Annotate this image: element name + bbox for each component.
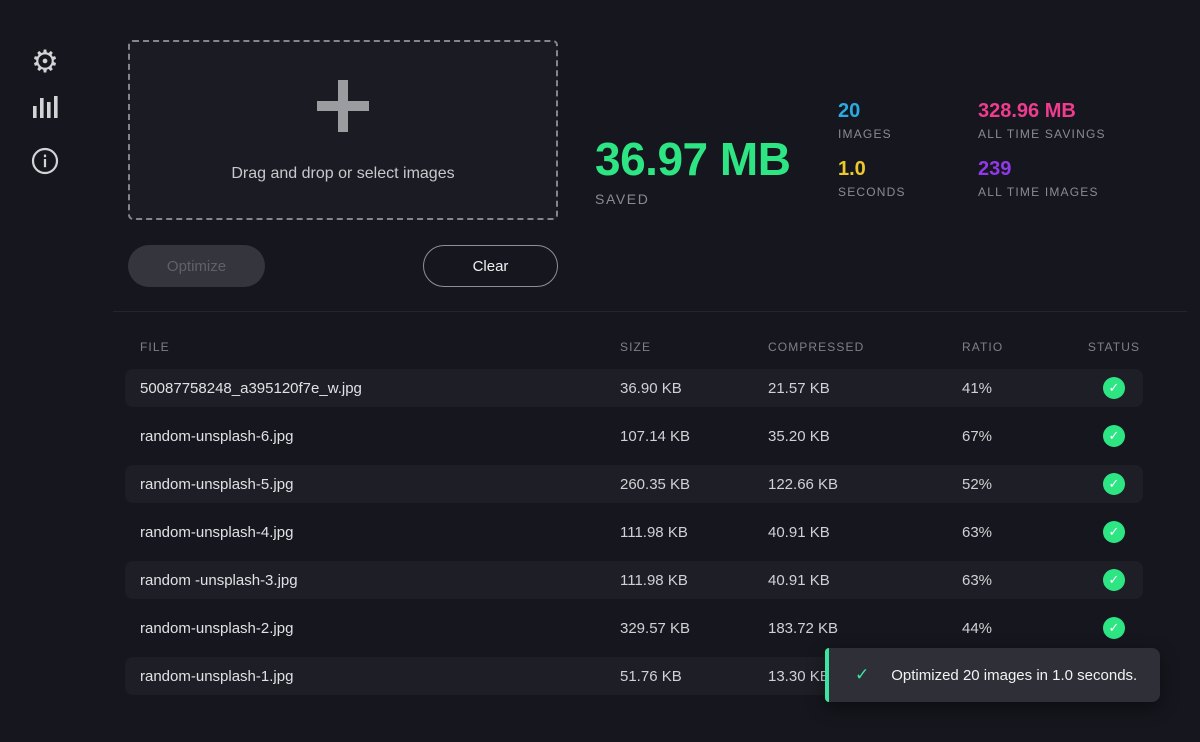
optimize-button[interactable]: Optimize: [128, 245, 265, 287]
status-success-icon: ✓: [1103, 569, 1125, 591]
cell-status: ✓: [1085, 617, 1143, 639]
status-success-icon: ✓: [1103, 521, 1125, 543]
status-success-icon: ✓: [1103, 425, 1125, 447]
settings-button[interactable]: ⚙: [28, 44, 62, 78]
col-header-file: FILE: [125, 340, 620, 354]
bar-chart-icon: [31, 93, 59, 126]
cell-file: random-unsplash-5.jpg: [125, 476, 620, 493]
table-row: random-unsplash-5.jpg260.35 KB122.66 KB5…: [125, 460, 1143, 508]
stat-all-time-savings: 328.96 MB ALL TIME SAVINGS: [978, 100, 1168, 141]
cell-compressed: 183.72 KB: [768, 620, 962, 637]
stat-images: 20 IMAGES: [838, 100, 978, 141]
cell-compressed: 122.66 KB: [768, 476, 962, 493]
stat-all-time-images: 239 ALL TIME IMAGES: [978, 158, 1168, 199]
stats-button[interactable]: [28, 92, 62, 126]
table-header: FILE SIZE COMPRESSED RATIO STATUS: [125, 332, 1143, 362]
toast-notification: ✓ Optimized 20 images in 1.0 seconds.: [825, 648, 1160, 702]
cell-size: 51.76 KB: [620, 668, 768, 685]
cell-ratio: 41%: [962, 380, 1085, 397]
cell-status: ✓: [1085, 521, 1143, 543]
col-header-size: SIZE: [620, 340, 768, 354]
cell-size: 329.57 KB: [620, 620, 768, 637]
cell-file: random-unsplash-2.jpg: [125, 620, 620, 637]
gear-icon: ⚙: [31, 46, 59, 77]
cell-compressed: 40.91 KB: [768, 572, 962, 589]
cell-ratio: 63%: [962, 524, 1085, 541]
status-success-icon: ✓: [1103, 377, 1125, 399]
cell-file: random-unsplash-1.jpg: [125, 668, 620, 685]
col-header-ratio: RATIO: [962, 340, 1085, 354]
images-value: 20: [838, 100, 978, 122]
table-row: 50087758248_a395120f7e_w.jpg36.90 KB21.5…: [125, 364, 1143, 412]
cell-status: ✓: [1085, 569, 1143, 591]
cell-compressed: 21.57 KB: [768, 380, 962, 397]
clear-button[interactable]: Clear: [423, 245, 558, 287]
saved-value: 36.97 MB: [595, 134, 790, 184]
cell-file: random-unsplash-4.jpg: [125, 524, 620, 541]
stat-saved: 36.97 MB SAVED: [595, 134, 790, 207]
cell-file: random-unsplash-6.jpg: [125, 428, 620, 445]
info-button[interactable]: [28, 146, 62, 180]
plus-icon: [317, 80, 369, 137]
dropzone-label: Drag and drop or select images: [231, 165, 454, 183]
all-time-images-value: 239: [978, 158, 1168, 180]
cell-status: ✓: [1085, 377, 1143, 399]
col-header-compressed: COMPRESSED: [768, 340, 962, 354]
table-row: random -unsplash-3.jpg111.98 KB40.91 KB6…: [125, 556, 1143, 604]
col-header-status: STATUS: [1085, 340, 1143, 354]
cell-size: 111.98 KB: [620, 524, 768, 541]
table-row: random-unsplash-2.jpg329.57 KB183.72 KB4…: [125, 604, 1143, 652]
images-label: IMAGES: [838, 127, 978, 141]
stat-seconds: 1.0 SECONDS: [838, 158, 978, 199]
cell-compressed: 35.20 KB: [768, 428, 962, 445]
all-time-savings-value: 328.96 MB: [978, 100, 1168, 122]
dropzone[interactable]: Drag and drop or select images: [128, 40, 558, 220]
all-time-images-label: ALL TIME IMAGES: [978, 185, 1168, 199]
toast-message: Optimized 20 images in 1.0 seconds.: [891, 667, 1137, 684]
cell-ratio: 52%: [962, 476, 1085, 493]
cell-compressed: 40.91 KB: [768, 524, 962, 541]
cell-ratio: 63%: [962, 572, 1085, 589]
cell-size: 107.14 KB: [620, 428, 768, 445]
cell-file: 50087758248_a395120f7e_w.jpg: [125, 380, 620, 397]
cell-file: random -unsplash-3.jpg: [125, 572, 620, 589]
cell-size: 111.98 KB: [620, 572, 768, 589]
table-row: random-unsplash-6.jpg107.14 KB35.20 KB67…: [125, 412, 1143, 460]
cell-status: ✓: [1085, 425, 1143, 447]
seconds-label: SECONDS: [838, 185, 978, 199]
status-success-icon: ✓: [1103, 617, 1125, 639]
all-time-savings-label: ALL TIME SAVINGS: [978, 127, 1168, 141]
table-row: random-unsplash-4.jpg111.98 KB40.91 KB63…: [125, 508, 1143, 556]
cell-ratio: 44%: [962, 620, 1085, 637]
check-icon: ✓: [855, 665, 869, 685]
cell-size: 260.35 KB: [620, 476, 768, 493]
divider: [113, 311, 1187, 312]
results-table: FILE SIZE COMPRESSED RATIO STATUS 500877…: [125, 332, 1143, 700]
cell-status: ✓: [1085, 473, 1143, 495]
status-success-icon: ✓: [1103, 473, 1125, 495]
cell-ratio: 67%: [962, 428, 1085, 445]
seconds-value: 1.0: [838, 158, 978, 180]
info-icon: [31, 147, 59, 180]
saved-label: SAVED: [595, 191, 790, 207]
cell-size: 36.90 KB: [620, 380, 768, 397]
